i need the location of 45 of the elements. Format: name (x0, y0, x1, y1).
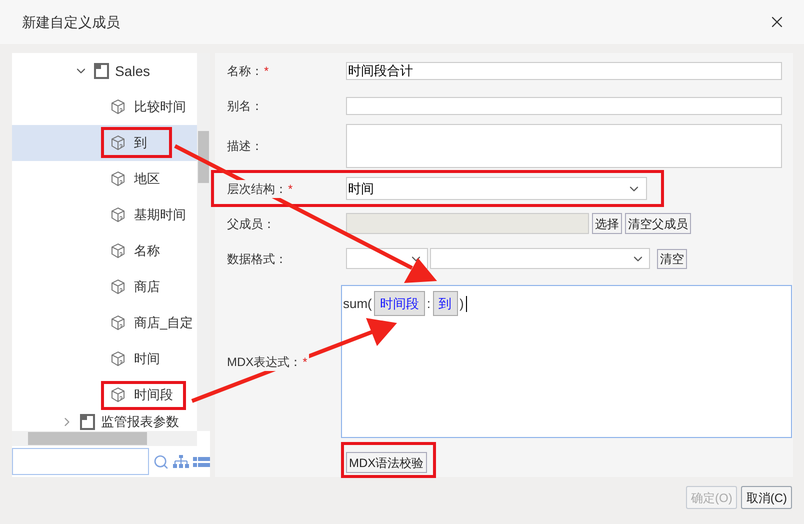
expression-text: : (426, 294, 432, 313)
cube-icon (110, 207, 126, 223)
member-token: 时间段 (374, 291, 425, 316)
field-label: MDX表达式：* (227, 352, 310, 370)
search-field[interactable] (12, 448, 149, 475)
field-label: 层次结构：* (227, 180, 295, 198)
clear-button[interactable]: 清空 (657, 248, 687, 268)
description-field[interactable] (346, 124, 782, 168)
tree-item[interactable]: 地区 (12, 161, 197, 197)
dialog-title: 新建自定义成员 (22, 12, 120, 32)
tree-item[interactable]: 时间 (12, 341, 197, 377)
cube-icon (110, 387, 126, 403)
highlight-box (101, 127, 172, 158)
member-token: 到 (432, 291, 458, 316)
expression-text: ) (458, 294, 465, 313)
dialog-button[interactable]: 取消(C) (741, 486, 792, 509)
tree-item[interactable]: 时间段 (12, 377, 197, 413)
horizontal-scrollbar[interactable] (12, 431, 197, 446)
cube-icon (110, 315, 126, 331)
tree-item[interactable]: 商店 (12, 269, 197, 305)
expression-text: sum( (342, 294, 373, 313)
tree-item[interactable]: 监管报表参数 (12, 413, 197, 431)
cube-icon (110, 243, 126, 259)
mdx-editor[interactable]: sum( 时间段 : 到 ) (341, 285, 792, 438)
hierarchy-icon[interactable] (173, 454, 189, 468)
tree-item[interactable]: 到 (12, 125, 197, 161)
cube-folder-icon (94, 63, 109, 79)
tree-item[interactable]: Sales (12, 53, 197, 89)
cube-icon (110, 351, 126, 367)
tree-item[interactable]: 名称 (12, 233, 197, 269)
text-field[interactable]: 时间段合计 (346, 62, 782, 80)
cube-icon (110, 279, 126, 295)
text-field[interactable] (346, 97, 782, 115)
list-icon[interactable] (193, 456, 210, 466)
tree-item[interactable]: 比较时间 (12, 89, 197, 125)
mdx-check-button[interactable]: MDX语法校验 (346, 452, 427, 473)
tree-item[interactable]: 商店_自定 (12, 305, 197, 341)
hierarchy-select[interactable]: 时间 (346, 177, 647, 200)
cube-icon (110, 135, 126, 151)
text-cursor (466, 296, 467, 312)
search-icon[interactable] (153, 454, 169, 470)
cube-icon (110, 171, 126, 187)
cube-icon (110, 99, 126, 115)
cube-folder-icon (80, 414, 95, 430)
tree-item[interactable]: 基期时间 (12, 197, 197, 233)
